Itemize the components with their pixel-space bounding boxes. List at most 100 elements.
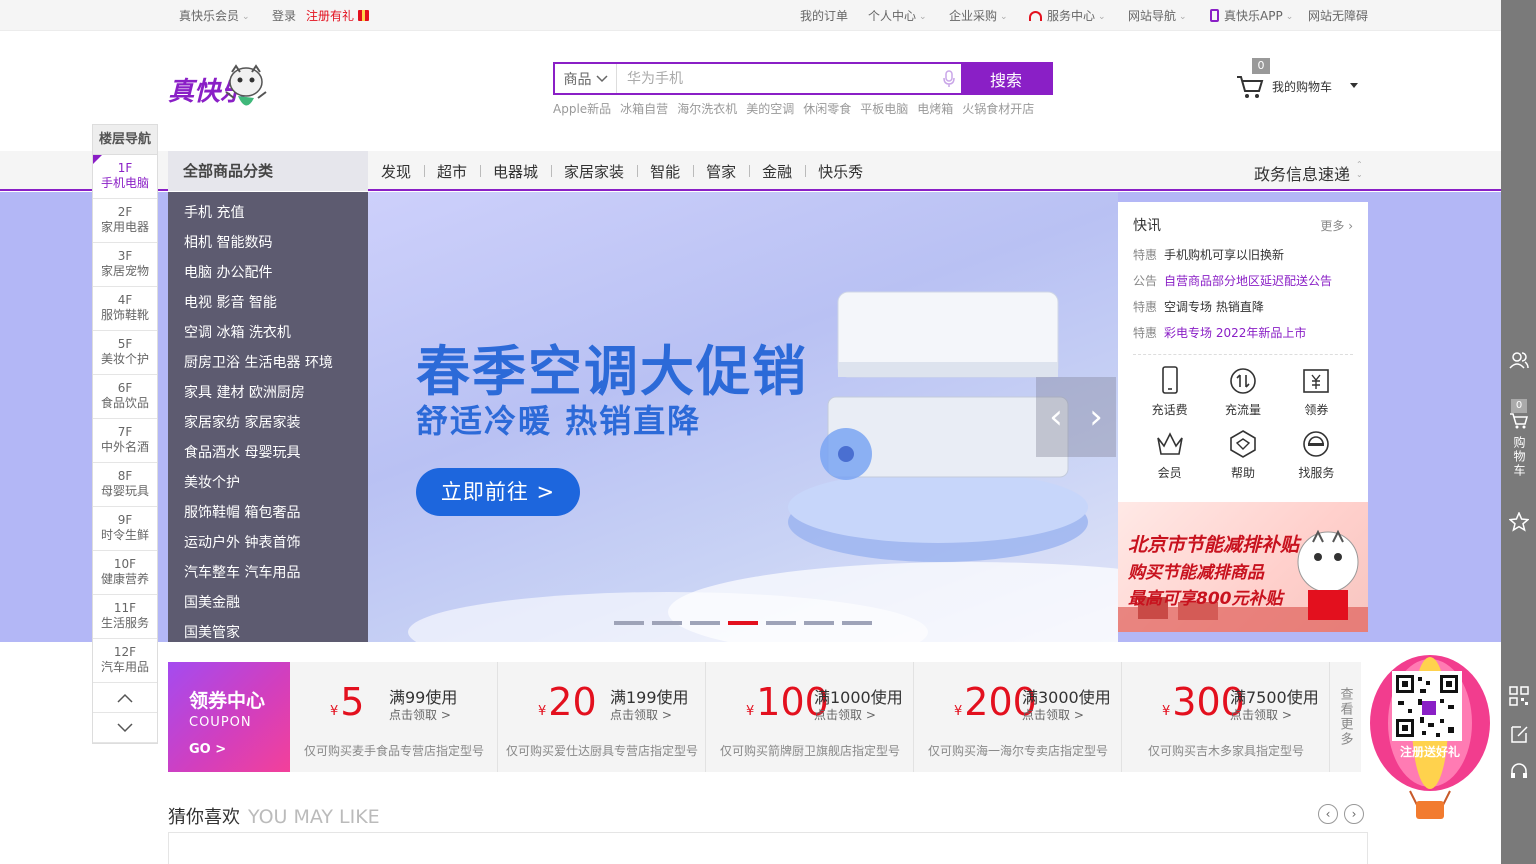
news-item[interactable]: 特惠 空调专场 热销直降 [1133, 294, 1353, 320]
search-button[interactable]: 搜索 [961, 64, 1051, 93]
nav-item-finance[interactable]: 金融 [749, 161, 805, 182]
user-icon[interactable] [1501, 350, 1536, 370]
coupon-card[interactable]: ¥5 满99使用 点击领取 > 仅可购买麦手食品专营店指定型号 [290, 662, 498, 772]
accessibility-link[interactable]: 网站无障碍 [1308, 8, 1368, 24]
category-item[interactable]: 厨房卫浴 生活电器 环境 [168, 348, 368, 378]
qrcode-icon[interactable] [1501, 686, 1536, 706]
coupon-center-badge[interactable]: 领券中心 COUPON GO > [168, 662, 290, 772]
coupon-card[interactable]: ¥20 满199使用 点击领取 > 仅可购买爱仕达厨具专营店指定型号 [498, 662, 706, 772]
floor-up-button[interactable] [93, 683, 157, 713]
hero-banner[interactable]: 春季空调大促销 舒适冷暖 热销直降 立即前往 > ‹ › [368, 192, 1118, 642]
banner-next-button[interactable]: › [1076, 377, 1116, 457]
app-menu[interactable]: 真快乐APP ⌄ [1210, 8, 1293, 26]
floor-item[interactable]: 3F 家居宠物 [93, 243, 157, 287]
login-link[interactable]: 登录 [272, 8, 296, 24]
site-nav-menu[interactable]: 网站导航 ⌄ [1128, 8, 1187, 26]
enterprise-menu[interactable]: 企业采购 ⌄ [949, 8, 1008, 26]
scroll-arrows-icon[interactable]: ⌃ ⌄ [1356, 160, 1363, 180]
hotword-link[interactable]: 美的空调 [746, 100, 794, 117]
category-item[interactable]: 电视 影音 智能 [168, 288, 368, 318]
quick-find-service[interactable]: 找服务 [1280, 428, 1353, 481]
sidebar-cart-icon[interactable] [1501, 412, 1536, 430]
nav-item-supermarket[interactable]: 超市 [424, 161, 480, 182]
floor-item[interactable]: 7F 中外名酒 [93, 419, 157, 463]
floor-item[interactable]: 10F 健康营养 [93, 551, 157, 595]
gov-news-link[interactable]: 政务信息速递 [1254, 161, 1350, 185]
floor-item[interactable]: 9F 时令生鲜 [93, 507, 157, 551]
quick-coupon[interactable]: 领券 [1280, 365, 1353, 418]
search-category-select[interactable]: 商品 [555, 64, 617, 93]
nav-item-happy-show[interactable]: 快乐秀 [805, 161, 876, 182]
category-item[interactable]: 国美金融 [168, 588, 368, 618]
coupon-claim-link[interactable]: 点击领取 > [610, 706, 672, 723]
my-orders-link[interactable]: 我的订单 [800, 8, 848, 24]
nav-item-butler[interactable]: 管家 [693, 161, 749, 182]
coupon-claim-link[interactable]: 点击领取 > [1230, 706, 1292, 723]
news-item[interactable]: 特惠 彩电专场 2022年新品上市 [1133, 320, 1353, 346]
register-link[interactable]: 注册有礼 [306, 8, 370, 24]
nav-item-appliances[interactable]: 电器城 [480, 161, 551, 182]
guess-next-button[interactable]: › [1344, 804, 1364, 824]
banner-prev-button[interactable]: ‹ [1036, 377, 1076, 457]
favorite-star-icon[interactable] [1501, 512, 1536, 532]
quick-help[interactable]: 帮助 [1206, 428, 1279, 481]
banner-dot[interactable] [652, 621, 682, 625]
floor-item[interactable]: 2F 家用电器 [93, 199, 157, 243]
category-item[interactable]: 美妆个护 [168, 468, 368, 498]
member-menu[interactable]: 真快乐会员 ⌄ [179, 8, 250, 26]
category-item[interactable]: 家居家纺 家居家装 [168, 408, 368, 438]
floor-item[interactable]: 1F 手机电脑 [93, 155, 157, 199]
hotword-link[interactable]: 平板电脑 [860, 100, 908, 117]
category-item[interactable]: 运动户外 钟表首饰 [168, 528, 368, 558]
service-center-menu[interactable]: 服务中心 ⌄ [1029, 8, 1106, 26]
quick-recharge-phone[interactable]: 充话费 [1133, 365, 1206, 418]
banner-cta-button[interactable]: 立即前往 > [416, 468, 580, 516]
coupon-card[interactable]: ¥100 满1000使用 点击领取 > 仅可购买箭牌厨卫旗舰店指定型号 [706, 662, 914, 772]
all-categories-toggle[interactable]: 全部商品分类 [168, 151, 368, 191]
category-item[interactable]: 空调 冰箱 洗衣机 [168, 318, 368, 348]
microphone-icon[interactable] [937, 64, 961, 93]
category-item[interactable]: 电脑 办公配件 [168, 258, 368, 288]
subsidy-promo-banner[interactable]: 北京市节能减排补贴 购买节能减排商品 最高可享800元补贴 [1118, 502, 1368, 632]
banner-dot[interactable] [614, 621, 644, 625]
news-item[interactable]: 公告 自营商品部分地区延迟配送公告 [1133, 268, 1353, 294]
coupon-more-link[interactable]: 查看更多 [1330, 662, 1360, 772]
banner-dot[interactable] [842, 621, 872, 625]
hotword-link[interactable]: 冰箱自营 [620, 100, 668, 117]
personal-center-menu[interactable]: 个人中心 ⌄ [868, 8, 927, 26]
category-item[interactable]: 食品酒水 母婴玩具 [168, 438, 368, 468]
coupon-claim-link[interactable]: 点击领取 > [814, 706, 876, 723]
floor-item[interactable]: 6F 食品饮品 [93, 375, 157, 419]
hotword-link[interactable]: 火锅食材开店 [962, 100, 1034, 117]
quick-member[interactable]: 会员 [1133, 428, 1206, 481]
coupon-card[interactable]: ¥200 满3000使用 点击领取 > 仅可购买海一海尔专卖店指定型号 [914, 662, 1122, 772]
sidebar-cart-label[interactable]: 购物车 [1501, 436, 1536, 483]
category-item[interactable]: 服饰鞋帽 箱包奢品 [168, 498, 368, 528]
site-logo[interactable]: 真快乐 [168, 62, 268, 120]
coupon-claim-link[interactable]: 点击领取 > [1022, 706, 1084, 723]
nav-item-smart[interactable]: 智能 [637, 161, 693, 182]
coupon-claim-link[interactable]: 点击领取 > [389, 706, 451, 723]
floor-item[interactable]: 5F 美妆个护 [93, 331, 157, 375]
hotword-link[interactable]: 海尔洗衣机 [677, 100, 737, 117]
hotword-link[interactable]: 休闲零食 [803, 100, 851, 117]
news-more-link[interactable]: 更多 › [1320, 217, 1353, 234]
search-input[interactable] [617, 64, 937, 93]
hotword-link[interactable]: 电烤箱 [917, 100, 953, 117]
nav-item-home[interactable]: 家居家装 [551, 161, 637, 182]
category-item[interactable]: 国美管家 [168, 618, 368, 648]
coupon-go-link[interactable]: GO > [189, 742, 290, 757]
category-item[interactable]: 手机 充值 [168, 198, 368, 228]
floor-item[interactable]: 11F 生活服务 [93, 595, 157, 639]
hotword-link[interactable]: Apple新品 [553, 100, 611, 117]
banner-dot[interactable] [728, 621, 758, 625]
floor-item[interactable]: 12F 汽车用品 [93, 639, 157, 683]
coupon-card[interactable]: ¥300 满7500使用 点击领取 > 仅可购买吉木多家具指定型号 [1122, 662, 1330, 772]
nav-item-discover[interactable]: 发现 [368, 161, 424, 182]
quick-recharge-data[interactable]: 充流量 [1206, 365, 1279, 418]
banner-dot[interactable] [690, 621, 720, 625]
customer-service-icon[interactable] [1501, 762, 1536, 782]
floor-item[interactable]: 4F 服饰鞋靴 [93, 287, 157, 331]
news-item[interactable]: 特惠 手机购机可享以旧换新 [1133, 242, 1353, 268]
banner-dot[interactable] [804, 621, 834, 625]
